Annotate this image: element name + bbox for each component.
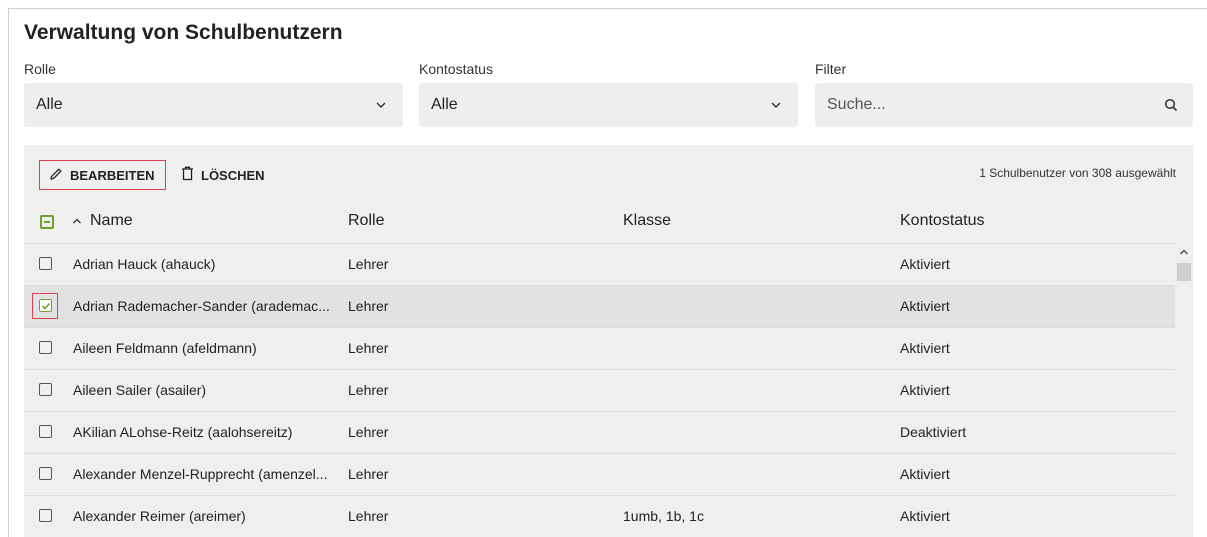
selection-count: 1 Schulbenutzer von 308 ausgewählt	[979, 166, 1176, 180]
delete-button[interactable]: LÖSCHEN	[181, 160, 265, 190]
edit-button[interactable]: BEARBEITEN	[39, 160, 166, 190]
status-cell: Aktiviert	[900, 340, 950, 356]
status-cell: Aktiviert	[900, 508, 950, 524]
kontostatus-label: Kontostatus	[419, 61, 493, 77]
rolle-cell: Lehrer	[348, 466, 389, 482]
chevron-down-icon	[373, 97, 389, 113]
delete-button-label: LÖSCHEN	[201, 167, 265, 183]
search-icon[interactable]	[1163, 97, 1179, 113]
kontostatus-select-value: Alle	[431, 96, 458, 113]
status-cell: Aktiviert	[900, 382, 950, 398]
rolle-cell: Lehrer	[348, 382, 389, 398]
search-field[interactable]: Suche...	[815, 83, 1193, 127]
filter-label: Filter	[815, 61, 847, 77]
table-row[interactable]: Adrian Hauck (ahauck) Lehrer Aktiviert	[24, 243, 1175, 285]
table-row[interactable]: Alexander Menzel-Rupprecht (amenzel... Le…	[24, 453, 1175, 495]
row-checkbox[interactable]	[39, 467, 52, 480]
rolle-cell: Lehrer	[348, 340, 389, 356]
table-header: Name Rolle Klasse Kontostatus	[24, 203, 1193, 243]
sort-ascending-icon[interactable]	[72, 213, 82, 228]
table-row[interactable]: AKilian ALohse-Reitz (aalohsereitz) Lehre…	[24, 411, 1175, 453]
table-row[interactable]: Adrian Rademacher-Sander (arademac... Leh…	[24, 285, 1175, 327]
rolle-select[interactable]: Alle	[24, 83, 403, 127]
status-cell: Aktiviert	[900, 466, 950, 482]
name-cell: Adrian Rademacher-Sander (arademac...	[73, 298, 330, 314]
name-cell: Alexander Reimer (areimer)	[73, 508, 246, 524]
column-header-kontostatus[interactable]: Kontostatus	[900, 212, 985, 230]
table-row[interactable]: Aileen Feldmann (afeldmann) Lehrer Aktivie…	[24, 327, 1175, 369]
kontostatus-select[interactable]: Alle	[419, 83, 798, 127]
status-cell: Deaktiviert	[900, 424, 967, 440]
rolle-cell: Lehrer	[348, 298, 389, 314]
search-input[interactable]: Suche...	[827, 96, 1163, 114]
scroll-up-icon[interactable]	[1179, 243, 1189, 255]
rolle-cell: Lehrer	[348, 508, 389, 524]
row-checkbox[interactable]	[39, 425, 52, 438]
rolle-cell: Lehrer	[348, 256, 389, 272]
row-checkbox[interactable]	[39, 341, 52, 354]
name-cell: Aileen Sailer (asailer)	[73, 382, 207, 398]
rolle-cell: Lehrer	[348, 424, 389, 440]
row-checkbox[interactable]	[39, 509, 52, 522]
klasse-cell: 1umb, 1b, 1c	[623, 508, 704, 524]
edit-button-label: BEARBEITEN	[70, 167, 155, 183]
name-cell: Alexander Menzel-Rupprecht (amenzel...	[73, 466, 328, 482]
rolle-select-value: Alle	[36, 96, 63, 113]
scrollbar-thumb[interactable]	[1177, 263, 1191, 281]
select-all-checkbox[interactable]	[40, 215, 54, 229]
name-cell: Aileen Feldmann (afeldmann)	[73, 340, 257, 356]
rolle-label: Rolle	[24, 61, 56, 77]
chevron-down-icon	[768, 97, 784, 113]
name-cell: Adrian Hauck (ahauck)	[73, 256, 216, 272]
table-row[interactable]: Aileen Sailer (asailer) Lehrer Aktiviert	[24, 369, 1175, 411]
row-checkbox[interactable]	[39, 257, 52, 270]
row-checkbox[interactable]	[39, 383, 52, 396]
status-cell: Aktiviert	[900, 298, 950, 314]
column-header-rolle[interactable]: Rolle	[348, 212, 384, 230]
scrollbar[interactable]	[1175, 243, 1193, 537]
status-cell: Aktiviert	[900, 256, 950, 272]
pencil-icon	[49, 167, 63, 184]
table-row[interactable]: Alexander Reimer (areimer) Lehrer 1umb, 1b…	[24, 495, 1175, 537]
column-header-name[interactable]: Name	[90, 212, 133, 230]
user-table-panel: BEARBEITEN LÖSCHEN 1 Schulbenutzer von 3…	[24, 145, 1193, 537]
column-header-klasse[interactable]: Klasse	[623, 212, 671, 230]
name-cell: AKilian ALohse-Reitz (aalohsereitz)	[73, 424, 293, 440]
trash-icon	[181, 166, 194, 184]
page-title: Verwaltung von Schulbenutzern	[24, 21, 343, 44]
row-checkbox[interactable]	[39, 299, 52, 312]
